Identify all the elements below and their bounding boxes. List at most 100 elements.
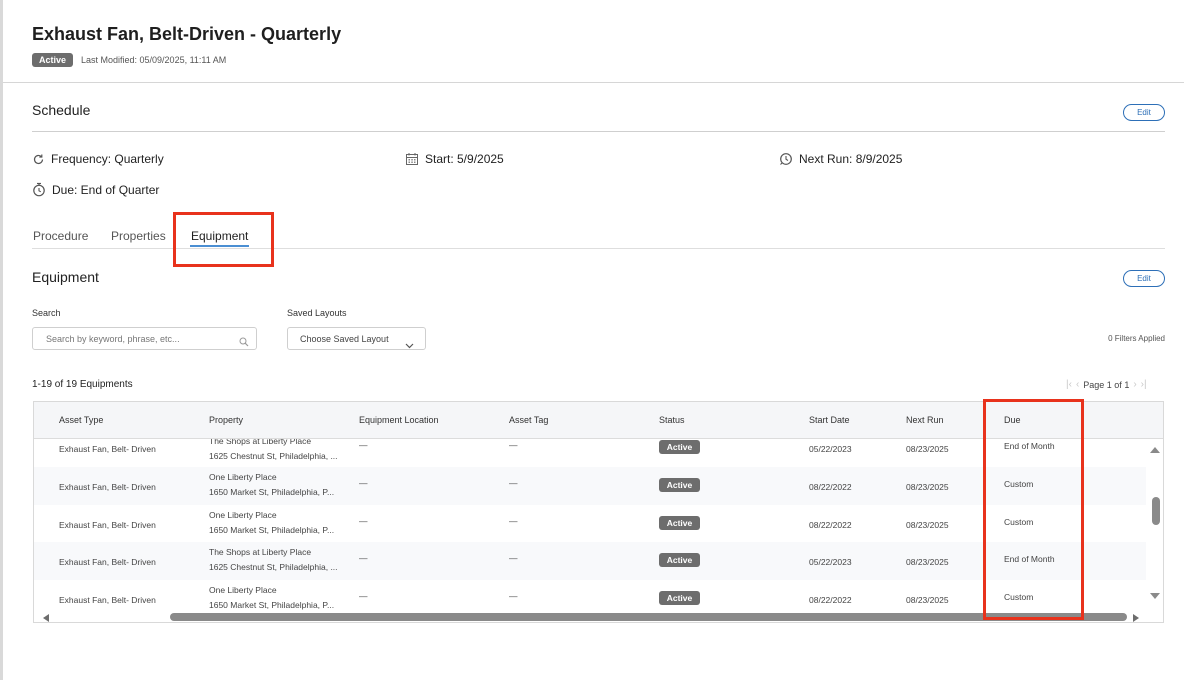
start-date-cell: 05/22/2023 [809,557,852,567]
schedule-start: Start: 5/9/2025 [405,152,504,166]
vertical-scrollbar[interactable] [1146,439,1163,612]
asset-tag-cell: — [509,478,518,488]
search-field [32,327,257,350]
asset-tag-cell: — [509,440,518,450]
next-run-cell: 08/23/2025 [906,482,949,492]
search-input[interactable] [46,328,236,349]
asset-tag-cell: — [509,516,518,526]
table-row[interactable]: Exhaust Fan, Belt- Driven One Liberty Pl… [34,467,1146,505]
vertical-scroll-thumb[interactable] [1152,497,1160,525]
page-label: Page 1 of 1 [1083,379,1130,390]
property-address: 1650 Market St, Philadelphia, P... [209,600,335,610]
status-badge: Active [659,478,700,492]
frequency-text: Frequency: Quarterly [51,152,164,166]
scroll-down-icon[interactable] [1150,593,1160,599]
location-cell: — [359,591,368,601]
asset-tag-cell: — [509,553,518,563]
next-run-text: Next Run: 8/9/2025 [799,152,903,166]
schedule-edit-button[interactable]: Edit [1123,104,1165,121]
next-run-cell: 08/23/2025 [906,595,949,605]
start-date-cell: 08/22/2022 [809,595,852,605]
calendar-icon [405,152,419,166]
property-cell: The Shops at Liberty Place 1625 Chestnut… [209,546,349,573]
asset-type-cell: Exhaust Fan, Belt- Driven [59,595,156,605]
schedule-frequency: Frequency: Quarterly [32,152,164,166]
clock-run-icon [779,152,793,166]
schedule-divider [32,131,1165,132]
property-name: One Liberty Place [209,585,277,595]
search-label: Search [32,308,61,318]
prev-page-icon[interactable]: ‹ [1076,379,1079,390]
chevron-down-icon [405,335,414,358]
status-badge: Active [659,440,700,454]
filters-applied-text: 0 Filters Applied [1108,334,1165,343]
status-badge: Active [659,516,700,530]
equipment-title: Equipment [32,269,99,285]
next-run-cell: 08/23/2025 [906,557,949,567]
location-cell: — [359,440,368,450]
table-row[interactable]: Exhaust Fan, Belt- Driven The Shops at L… [34,439,1146,467]
due-column-highlight-box [983,399,1084,620]
scroll-right-icon[interactable] [1133,614,1139,622]
status-badge: Active [659,553,700,567]
next-run-cell: 08/23/2025 [906,444,949,454]
property-address: 1625 Chestnut St, Philadelphia, ... [209,562,338,572]
schedule-title: Schedule [32,102,91,118]
saved-layout-select[interactable]: Choose Saved Layout [287,327,426,350]
due-text: Due: End of Quarter [52,182,160,197]
table-body: Exhaust Fan, Belt- Driven The Shops at L… [34,439,1146,611]
start-date-cell: 08/22/2022 [809,482,852,492]
scroll-left-icon[interactable] [43,614,49,622]
property-address: 1625 Chestnut St, Philadelphia, ... [209,451,338,461]
next-run-cell: 08/23/2025 [906,520,949,530]
location-cell: — [359,516,368,526]
asset-type-cell: Exhaust Fan, Belt- Driven [59,482,156,492]
left-edge-divider [0,0,3,680]
status-badge: Active [659,591,700,605]
refresh-icon [32,153,45,166]
property-cell: One Liberty Place 1650 Market St, Philad… [209,471,349,498]
column-header-asset-tag[interactable]: Asset Tag [509,415,548,425]
location-cell: — [359,478,368,488]
search-icon[interactable] [239,334,249,352]
scroll-up-icon[interactable] [1150,447,1160,453]
pagination: |‹ ‹ Page 1 of 1 › ›| [1066,379,1147,390]
column-header-asset-type[interactable]: Asset Type [59,415,103,425]
equipment-count: 1-19 of 19 Equipments [32,379,133,390]
property-cell: One Liberty Place 1650 Market St, Philad… [209,509,349,536]
column-header-start-date[interactable]: Start Date [809,415,850,425]
table-row[interactable]: Exhaust Fan, Belt- Driven The Shops at L… [34,542,1146,580]
property-name: One Liberty Place [209,472,277,482]
first-page-icon[interactable]: |‹ [1066,379,1072,390]
tab-highlight-box [173,212,274,267]
page-title: Exhaust Fan, Belt-Driven - Quarterly [32,24,342,44]
status-badge: Active [32,53,74,67]
asset-type-cell: Exhaust Fan, Belt- Driven [59,520,156,530]
property-cell: One Liberty Place 1650 Market St, Philad… [209,584,349,611]
last-modified-text: Last Modified: 05/09/2025, 11:11 AM [81,55,227,65]
location-cell: — [359,553,368,563]
asset-type-cell: Exhaust Fan, Belt- Driven [59,444,156,454]
property-name: The Shops at Liberty Place [209,547,312,557]
asset-tag-cell: — [509,591,518,601]
start-text: Start: 5/9/2025 [425,152,504,166]
schedule-next-run: Next Run: 8/9/2025 [779,152,902,166]
equipment-edit-button[interactable]: Edit [1123,270,1165,287]
column-header-property[interactable]: Property [209,415,243,425]
last-page-icon[interactable]: ›| [1141,379,1147,390]
tab-properties[interactable]: Properties [111,229,166,243]
header-divider [3,82,1184,83]
table-row[interactable]: Exhaust Fan, Belt- Driven One Liberty Pl… [34,505,1146,543]
column-header-next-run[interactable]: Next Run [906,415,944,425]
next-page-icon[interactable]: › [1133,379,1136,390]
start-date-cell: 08/22/2022 [809,520,852,530]
stopwatch-icon [32,182,46,197]
column-header-status[interactable]: Status [659,415,685,425]
column-header-equipment-location[interactable]: Equipment Location [359,415,439,425]
table-row[interactable]: Exhaust Fan, Belt- Driven One Liberty Pl… [34,580,1146,611]
property-address: 1650 Market St, Philadelphia, P... [209,487,335,497]
property-name: One Liberty Place [209,510,277,520]
tab-procedure[interactable]: Procedure [33,229,88,243]
asset-type-cell: Exhaust Fan, Belt- Driven [59,557,156,567]
schedule-due: Due: End of Quarter [32,182,159,197]
